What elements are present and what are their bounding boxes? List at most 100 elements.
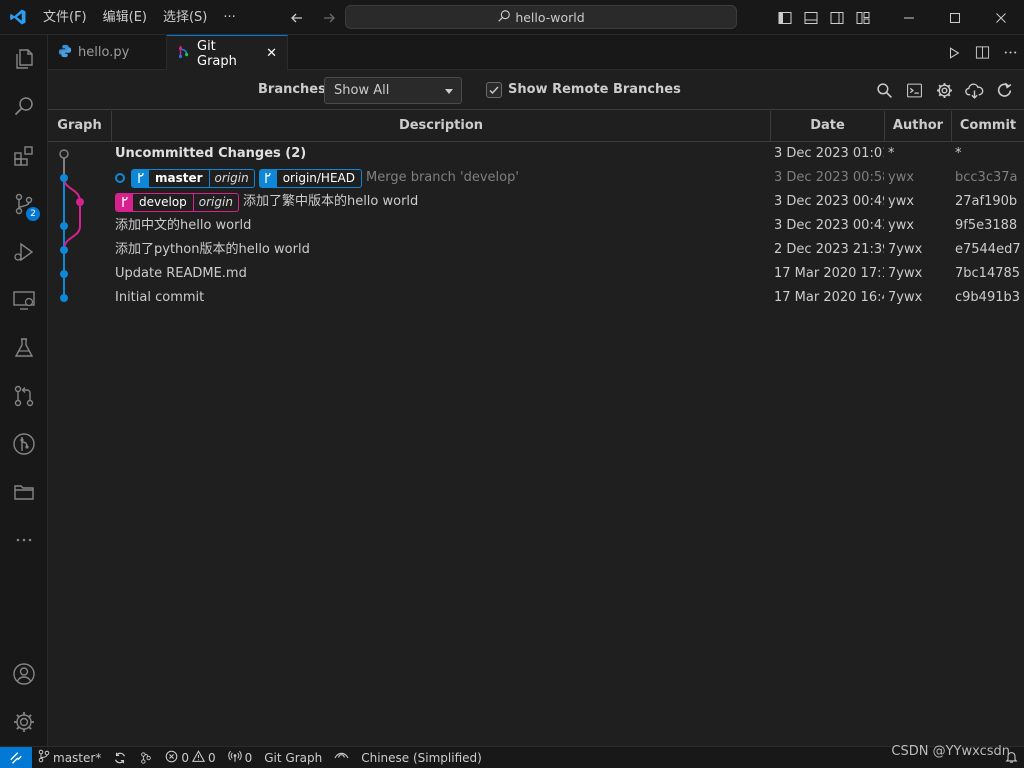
column-header-date[interactable]: Date [771,111,885,142]
graph-node-develop [76,198,84,206]
table-header: Graph Description Date Author Commit [48,111,1024,142]
row-author: ywx [888,194,915,209]
table-row[interactable]: master origin origin/HEAD Merge branch '… [48,166,1024,190]
row-author: * [888,146,895,161]
source-control-icon[interactable]: 2 [0,180,48,228]
refresh-icon[interactable] [993,79,1016,101]
table-row[interactable]: Update README.md 17 Mar 2020 17:11 7ywx … [48,262,1024,286]
vscode-logo-icon [0,0,35,35]
search-icon[interactable] [0,82,48,130]
warning-count: 0 [207,750,216,765]
branch-label-origin-head[interactable]: origin/HEAD [258,168,362,188]
settings-gear-icon[interactable] [933,79,956,101]
git-graph-status[interactable]: Git Graph [258,747,328,768]
find-icon[interactable] [873,79,896,101]
branch-label-develop[interactable]: develop origin [115,192,239,212]
tab-close-icon[interactable]: ✕ [266,46,277,61]
tab-hello-py[interactable]: hello.py [48,35,167,70]
head-indicator-icon [115,173,125,183]
row-description: Update README.md [115,266,247,281]
minimize-icon[interactable] [886,0,932,35]
graph-node [60,246,68,254]
more-actions-icon[interactable] [996,35,1024,70]
arrow-right-icon[interactable] [320,9,338,27]
close-icon[interactable] [978,0,1024,35]
sync-icon[interactable] [107,747,133,768]
row-description: 添加了繁中版本的hello world [242,194,419,209]
row-date: 3 Dec 2023 00:43 [774,218,884,233]
branch-label-master[interactable]: master origin [131,168,255,188]
ports-status[interactable]: 0 [222,747,259,768]
table-row[interactable]: develop origin 添加了繁中版本的hello world 3 Dec… [48,190,1024,214]
show-remote-label[interactable]: Show Remote Branches [508,82,681,97]
show-remote-checkbox[interactable] [486,82,502,98]
error-count: 0 [181,750,189,765]
eye-icon[interactable] [328,747,355,768]
more-icon[interactable] [0,516,48,564]
branch-remote: origin [208,169,254,187]
table-row[interactable]: 添加了python版本的hello world 2 Dec 2023 21:39… [48,238,1024,262]
command-center-search[interactable]: hello-world [345,5,737,29]
activity-bar: 2 [0,35,48,746]
search-icon [497,9,511,26]
maximize-icon[interactable] [932,0,978,35]
toggle-primary-sidebar-icon[interactable] [772,0,798,35]
tab-label: hello.py [78,45,130,60]
row-date: 3 Dec 2023 01:01 [774,146,884,161]
manage-gear-icon[interactable] [0,698,48,746]
accounts-icon[interactable] [0,650,48,698]
remote-indicator-icon[interactable] [0,746,32,768]
toggle-secondary-sidebar-icon[interactable] [824,0,850,35]
split-editor-icon[interactable] [968,35,996,70]
commit-table: Graph Description Date Author Commit Unc… [48,111,1024,305]
explorer-icon[interactable] [0,35,48,83]
branch-name: master [155,170,203,185]
column-header-graph[interactable]: Graph [48,111,112,142]
branches-dropdown[interactable]: Show All [324,77,462,104]
branch-status[interactable]: master* [32,747,107,768]
problems-status[interactable]: 0 0 [159,747,221,768]
branch-icon [132,169,149,187]
column-header-commit[interactable]: Commit [952,111,1024,142]
ports-count: 0 [244,750,253,765]
folders-icon[interactable] [0,468,48,516]
menu-selection[interactable]: 选择(S) [155,0,215,35]
run-icon[interactable] [940,35,968,70]
toggle-panel-icon[interactable] [798,0,824,35]
column-header-author[interactable]: Author [885,111,952,142]
fetch-cloud-icon[interactable] [963,79,986,101]
remote-explorer-icon[interactable] [0,276,48,324]
menu-file[interactable]: 文件(F) [35,0,95,35]
pull-requests-icon[interactable] [0,372,48,420]
error-icon [165,750,178,766]
row-date: 3 Dec 2023 00:58 [774,170,884,185]
column-header-description[interactable]: Description [112,111,771,142]
git-graph-icon[interactable] [0,420,48,468]
table-row[interactable]: 添加中文的hello world 3 Dec 2023 00:43 ywx 9f… [48,214,1024,238]
branch-remote: origin [192,193,238,211]
row-commit: 27af190b [955,194,1018,209]
watermark-text: CSDN @YYwxcsdn [891,744,1010,759]
extensions-icon[interactable] [0,132,48,180]
table-row[interactable]: Initial commit 17 Mar 2020 16:40 7ywx c9… [48,286,1024,310]
row-description-cell: master origin origin/HEAD Merge branch '… [115,166,767,190]
row-description: 添加中文的hello world [115,218,252,233]
language-status[interactable]: Chinese (Simplified) [355,747,488,768]
tab-git-graph[interactable]: Git Graph ✕ [167,35,288,71]
run-debug-icon[interactable] [0,228,48,276]
testing-icon[interactable] [0,324,48,372]
git-graph-status-icon[interactable] [133,747,159,768]
menu-more[interactable]: ··· [215,0,243,35]
terminal-icon[interactable] [903,79,926,101]
arrow-left-icon[interactable] [288,9,306,27]
row-date: 17 Mar 2020 16:40 [774,290,884,305]
git-branch-icon [38,749,50,766]
graph-node-merge [60,174,68,182]
row-description: 添加了python版本的hello world [115,242,310,257]
customize-layout-icon[interactable] [850,0,876,35]
branch-name: develop [139,194,187,209]
table-row-uncommitted[interactable]: Uncommitted Changes (2) 3 Dec 2023 01:01… [48,142,1024,166]
menu-edit[interactable]: 编辑(E) [95,0,155,35]
broadcast-icon [227,750,242,766]
row-description: Merge branch 'develop' [365,170,519,185]
